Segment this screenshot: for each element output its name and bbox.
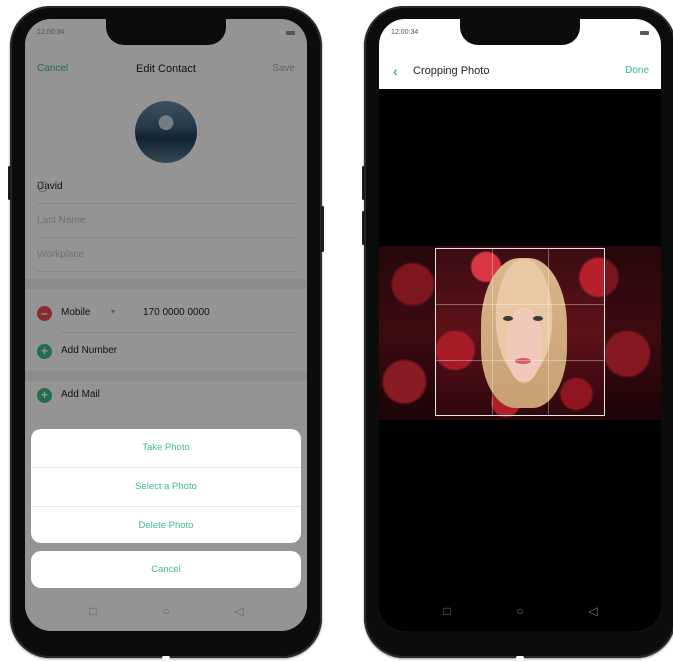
grid-line (436, 359, 604, 361)
nav-back-triangle-icon[interactable]: ◁ (585, 603, 601, 619)
nav-square-icon[interactable]: □ (439, 603, 455, 619)
battery-icon (286, 31, 295, 35)
delete-photo-button[interactable]: Delete Photo (31, 506, 301, 545)
system-nav-bar: □ ○ ◁ (379, 591, 661, 631)
grid-line (547, 249, 549, 415)
back-chevron-icon[interactable]: ‹ (393, 63, 398, 79)
right-phone: 12:00:34 ‹ Cropping Photo Done □ ○ ◁ (362, 6, 673, 660)
left-side-button-2 (362, 211, 365, 245)
select-photo-button[interactable]: Select a Photo (31, 467, 301, 506)
photo-action-sheet: Take Photo Select a Photo Delete Photo (31, 429, 301, 543)
sheet-cancel-button[interactable]: Cancel (31, 551, 301, 588)
left-side-button (362, 166, 365, 200)
battery-icon (640, 31, 649, 35)
left-phone: 12:00:34 Cancel Edit Contact Save David … (8, 6, 324, 660)
status-time: 12:00:34 (37, 29, 65, 36)
nav-circle-icon[interactable]: ○ (158, 603, 174, 619)
crop-mask-right (605, 246, 661, 420)
speaker-dot (162, 656, 170, 660)
photo-preview[interactable] (379, 246, 661, 420)
nav-back-triangle-icon[interactable]: ◁ (231, 603, 247, 619)
edit-contact-screen: 12:00:34 Cancel Edit Contact Save David … (25, 19, 307, 631)
grid-line (436, 304, 604, 306)
nav-circle-icon[interactable]: ○ (512, 603, 528, 619)
crop-frame[interactable] (435, 248, 605, 416)
status-time: 12:00:34 (391, 29, 419, 36)
grid-line (491, 249, 493, 415)
done-button[interactable]: Done (625, 65, 649, 76)
notch (460, 19, 580, 45)
notch (106, 19, 226, 45)
right-side-button (321, 206, 324, 252)
crop-mask-left (379, 246, 435, 420)
page-title: Cropping Photo (413, 65, 490, 77)
take-photo-button[interactable]: Take Photo (31, 429, 301, 467)
system-nav-bar: □ ○ ◁ (25, 591, 307, 631)
speaker-dot (516, 656, 524, 660)
left-side-button (8, 166, 11, 200)
cropping-photo-screen: 12:00:34 ‹ Cropping Photo Done □ ○ ◁ (379, 19, 661, 631)
nav-square-icon[interactable]: □ (85, 603, 101, 619)
